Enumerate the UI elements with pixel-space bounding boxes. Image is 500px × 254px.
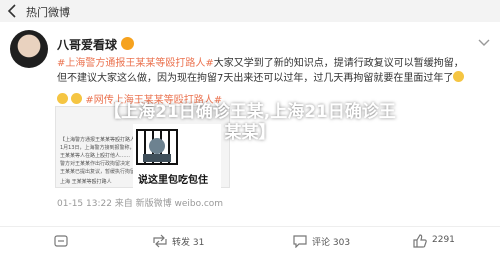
meme-caption: 说这里包吃包住 xyxy=(138,175,208,186)
post-meta: 01-15 13:22 来自 新版微博 weibo.com xyxy=(57,199,224,209)
back-arrow-icon[interactable] xyxy=(6,3,20,19)
post-text-line2: 但不建议大家这么做，因为现在拘留7天出来还可以过年，过几天再拘留就要在里面过年了 xyxy=(57,73,454,84)
chevron-down-icon[interactable] xyxy=(478,38,490,48)
comment-icon xyxy=(293,235,307,248)
top-bar: 热门微博 xyxy=(0,0,500,22)
repost-icon xyxy=(153,234,167,248)
headline-line2: 某某】 xyxy=(224,123,276,143)
thumbs-up-icon xyxy=(413,234,427,248)
more-icon xyxy=(54,235,68,247)
action-bar: 转发 31 评论 303 2291 xyxy=(0,226,500,254)
post-text-line1: 大家又学到了新的知识点，提请行政复议可以暂缓拘留， xyxy=(213,58,464,69)
hashtag-link[interactable]: #上海警方通报王某某等殴打路人# xyxy=(57,58,214,69)
headline-overlay: 【上海21日确诊王某,上海21日确诊王 某某】 xyxy=(0,102,500,144)
username[interactable]: 八哥爱看球 xyxy=(57,36,117,53)
smile-emoji-icon xyxy=(453,71,465,82)
screenshot-text: 王某某等人在路上殴打他人…… xyxy=(60,153,131,159)
repost-count: 转发 31 xyxy=(172,238,205,248)
screenshot-text: 1月13日，上海警方接到报警称， xyxy=(60,145,135,151)
page-title: 热门微博 xyxy=(26,6,70,19)
avatar[interactable] xyxy=(10,30,48,68)
screenshot-text: 上海 王某某等殴打路人 xyxy=(60,179,112,185)
verified-badge-icon xyxy=(121,37,134,50)
comment-count: 评论 303 xyxy=(312,238,351,248)
screenshot-text: 警方对王某某作出行政拘留决定 xyxy=(60,161,131,167)
like-count: 2291 xyxy=(432,235,455,245)
screenshot-text: 王某某已提出复议，暂缓执行拘留 xyxy=(60,169,136,175)
headline-line1: 【上海21日确诊王某,上海21日确诊王 xyxy=(104,102,396,122)
